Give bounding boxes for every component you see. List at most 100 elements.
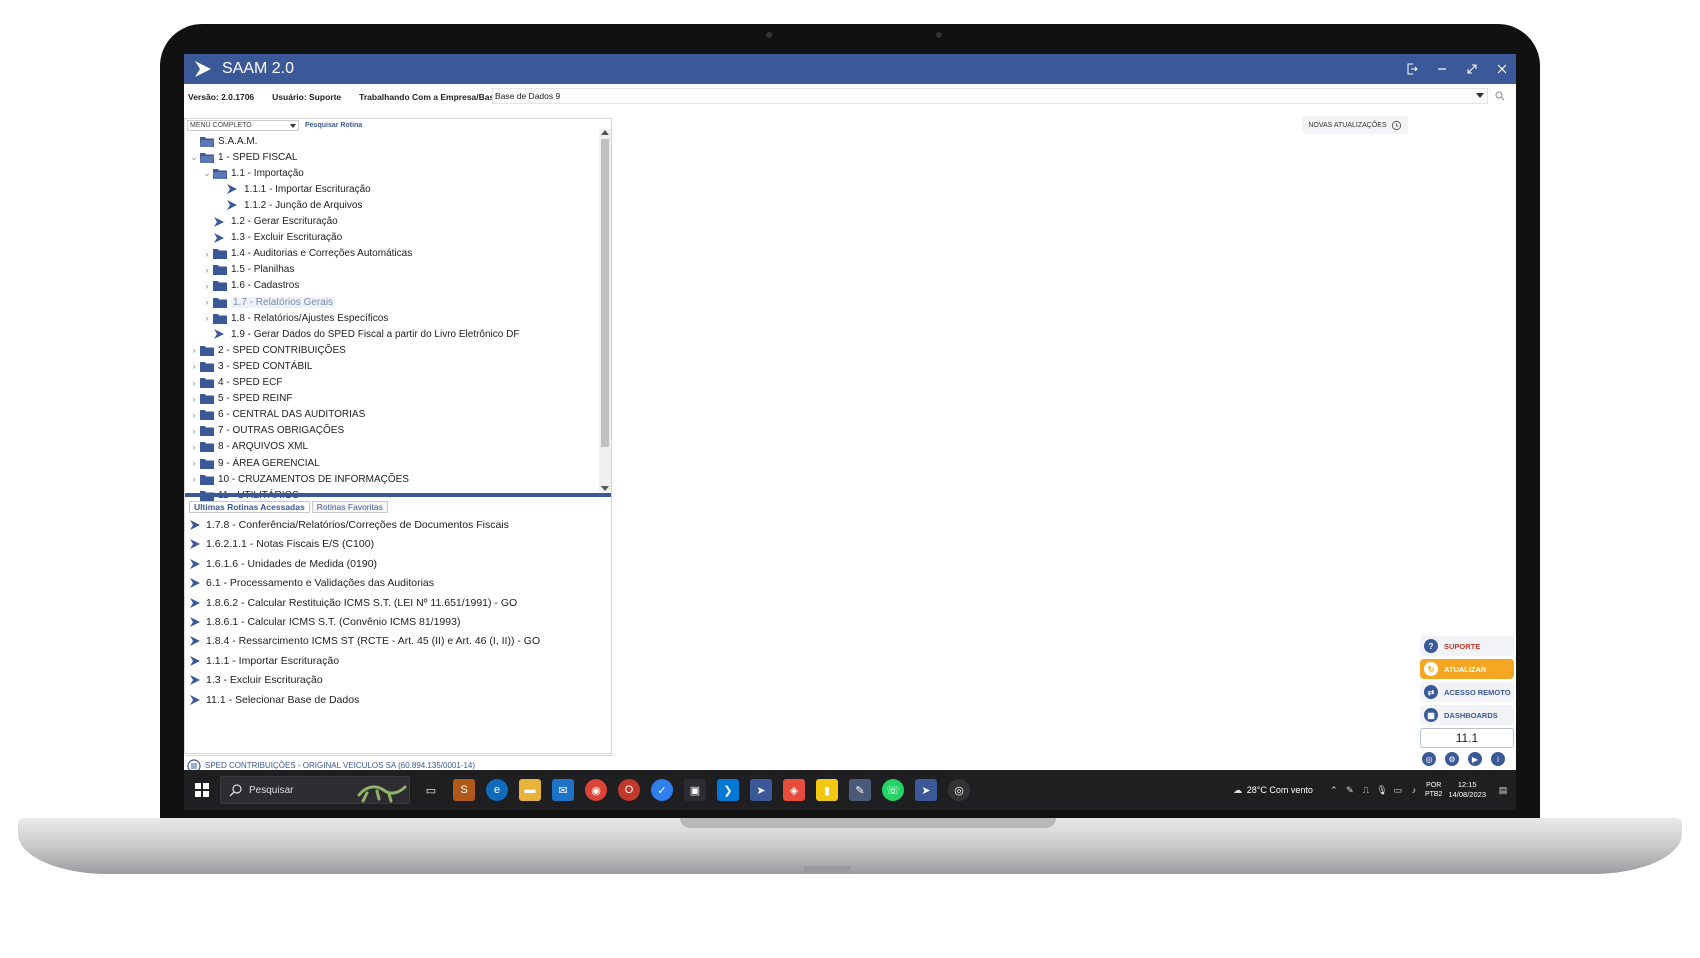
- chevron-down-icon[interactable]: ⌄: [202, 168, 212, 179]
- saam-secondary-icon[interactable]: ➤: [915, 779, 937, 801]
- tree-item[interactable]: ⌄ 1.1 - Importação: [202, 165, 304, 181]
- chevron-right-icon[interactable]: ›: [202, 265, 212, 275]
- recent-routine-item[interactable]: 6.1 - Processamento e Validações das Aud…: [188, 573, 434, 593]
- tree-item[interactable]: › 3 - SPED CONTÁBIL: [189, 358, 312, 374]
- recent-routine-item[interactable]: 1.3 - Excluir Escrituração: [188, 670, 323, 690]
- tree-item[interactable]: 1.1.2 - Junção de Arquivos: [215, 197, 362, 213]
- chevron-right-icon[interactable]: ›: [189, 410, 199, 420]
- todo-icon[interactable]: ✓: [651, 779, 673, 801]
- support-button[interactable]: ? SUPORTE: [1420, 636, 1514, 656]
- tree-item[interactable]: 1.1.1 - Importar Escrituração: [215, 181, 371, 197]
- recent-routine-item[interactable]: 1.8.4 - Ressarcimento ICMS ST (RCTE - Ar…: [188, 631, 540, 651]
- tree-item[interactable]: › 8 - ARQUIVOS XML: [189, 439, 308, 455]
- update-button[interactable]: ↻ ATUALIZAR: [1420, 659, 1514, 679]
- saam-taskbar-icon[interactable]: ➤: [750, 779, 772, 801]
- tree-item[interactable]: › 9 - ÁREA GERENCIAL: [189, 455, 320, 471]
- dashboards-button[interactable]: ▦ DASHBOARDS: [1420, 705, 1514, 725]
- chevron-up-icon[interactable]: ⌃: [1329, 785, 1339, 795]
- recent-routine-item[interactable]: 11.1 - Selecionar Base de Dados: [188, 690, 359, 710]
- play-icon[interactable]: ▶: [1468, 752, 1482, 766]
- info-icon[interactable]: i: [1491, 752, 1505, 766]
- base-select[interactable]: Base de Dados 9: [492, 88, 1488, 104]
- notepad-icon[interactable]: ✎: [849, 779, 871, 801]
- weather-widget[interactable]: ☁ 28°C Com vento: [1233, 785, 1313, 796]
- chevron-right-icon[interactable]: ›: [189, 361, 199, 371]
- tree-item[interactable]: › 4 - SPED ECF: [189, 375, 282, 391]
- edge-icon[interactable]: e: [486, 779, 508, 801]
- recent-routine-item[interactable]: 1.8.6.1 - Calcular ICMS S.T. (Convênio I…: [188, 612, 460, 632]
- tree-item[interactable]: ⌄ 1 - SPED FISCAL: [189, 149, 297, 165]
- chevron-right-icon[interactable]: ›: [202, 297, 212, 307]
- opera-icon[interactable]: O: [618, 779, 640, 801]
- active-app-icon[interactable]: ◈: [783, 779, 805, 801]
- scroll-up-icon[interactable]: [601, 130, 609, 135]
- tree-item[interactable]: › 1.7 - Relatórios Gerais: [202, 294, 336, 310]
- recent-routine-item[interactable]: 1.1.1 - Importar Escrituração: [188, 651, 339, 671]
- tree-item[interactable]: › 1.8 - Relatórios/Ajustes Específicos: [202, 310, 388, 326]
- tree-item[interactable]: 1.3 - Excluir Escrituração: [202, 230, 342, 246]
- tree-item[interactable]: › 10 - CRUZAMENTOS DE INFORMAÇÕES: [189, 471, 409, 487]
- taskbar-search-input[interactable]: Pesquisar: [220, 776, 410, 804]
- mail-icon[interactable]: ✉: [552, 779, 574, 801]
- powerbi-icon[interactable]: ▮: [816, 779, 838, 801]
- new-updates-button[interactable]: NOVAS ATUALIZAÇÕES: [1302, 116, 1408, 134]
- tree-item[interactable]: › 1.6 - Cadastros: [202, 278, 299, 294]
- menu-selector[interactable]: MENU COMPLETO: [187, 119, 299, 131]
- chevron-down-icon[interactable]: ⌄: [189, 152, 199, 163]
- volume-icon[interactable]: ♪: [1409, 785, 1419, 795]
- usb-icon[interactable]: ⎍: [1361, 785, 1371, 795]
- tree-item[interactable]: 1.9 - Gerar Dados do SPED Fiscal a parti…: [202, 326, 519, 342]
- pen-icon[interactable]: ✎: [1345, 785, 1355, 795]
- network-icon[interactable]: ▭: [1393, 785, 1403, 795]
- chevron-right-icon[interactable]: ›: [202, 313, 212, 323]
- search-routine-link[interactable]: Pesquisar Rotina: [305, 122, 362, 129]
- panel-divider[interactable]: [185, 493, 611, 497]
- tree-item[interactable]: › 6 - CENTRAL DAS AUDITORIAS: [189, 407, 365, 423]
- globe-icon[interactable]: ◎: [1422, 752, 1436, 766]
- routine-code-input[interactable]: 11.1: [1420, 728, 1514, 748]
- tree-item[interactable]: › 1.4 - Auditorias e Correções Automática…: [202, 246, 412, 262]
- recent-routine-item[interactable]: 1.6.2.1.1 - Notas Fiscais E/S (C100): [188, 534, 374, 554]
- chevron-right-icon[interactable]: ›: [189, 458, 199, 468]
- recent-routine-item[interactable]: 1.7.8 - Conferência/Relatórios/Correções…: [188, 515, 509, 535]
- chevron-right-icon[interactable]: ›: [189, 442, 199, 452]
- recent-routine-item[interactable]: 1.8.6.2 - Calcular Restituição ICMS S.T.…: [188, 593, 517, 613]
- scroll-thumb[interactable]: [601, 139, 609, 447]
- vscode-icon[interactable]: ❯: [717, 779, 739, 801]
- notification-icon[interactable]: ▤: [1498, 785, 1508, 795]
- clock[interactable]: 12:15 14/08/2023: [1448, 780, 1486, 800]
- chevron-right-icon[interactable]: ›: [202, 281, 212, 291]
- microphone-icon[interactable]: 🎙: [1376, 785, 1387, 795]
- restore-icon[interactable]: [1466, 63, 1478, 75]
- remote-access-button[interactable]: ⇄ ACESSO REMOTO: [1420, 682, 1514, 702]
- store-icon[interactable]: ▣: [684, 779, 706, 801]
- close-icon[interactable]: [1496, 63, 1508, 75]
- tab-favorite-routines[interactable]: Rotinas Favoritas: [311, 501, 388, 513]
- chevron-right-icon[interactable]: ›: [189, 345, 199, 355]
- tree-item[interactable]: › 7 - OUTRAS OBRIGAÇÕES: [189, 423, 344, 439]
- tree-scrollbar[interactable]: [599, 129, 611, 493]
- obs-icon[interactable]: ◎: [948, 779, 970, 801]
- chevron-right-icon[interactable]: ›: [189, 394, 199, 404]
- chrome-icon[interactable]: ◉: [585, 779, 607, 801]
- settings-icon[interactable]: ⚙: [1445, 752, 1459, 766]
- minimize-icon[interactable]: [1436, 63, 1448, 75]
- recent-routine-item[interactable]: 1.6.1.6 - Unidades de Medida (0190): [188, 554, 377, 574]
- language-indicator[interactable]: POR PTB2: [1425, 781, 1443, 799]
- tab-recent-routines[interactable]: Ultimas Rotinas Acessadas: [189, 501, 310, 513]
- windows-start-icon[interactable]: [184, 783, 220, 797]
- sublime-icon[interactable]: S: [453, 779, 475, 801]
- tree-item[interactable]: › 2 - SPED CONTRIBUIÇÕES: [189, 342, 346, 358]
- tree-item[interactable]: S.A.A.M.: [189, 133, 257, 149]
- scroll-down-icon[interactable]: [601, 486, 609, 491]
- tree-item[interactable]: 1.2 - Gerar Escrituração: [202, 214, 338, 230]
- tree-item[interactable]: › 1.5 - Planilhas: [202, 262, 294, 278]
- chevron-right-icon[interactable]: ›: [189, 426, 199, 436]
- search-icon[interactable]: [1494, 90, 1506, 102]
- file-explorer-icon[interactable]: ▬: [519, 779, 541, 801]
- chevron-right-icon[interactable]: ›: [189, 378, 199, 388]
- task-view-icon[interactable]: ▭: [420, 779, 442, 801]
- logout-icon[interactable]: [1406, 63, 1418, 75]
- tree-item[interactable]: › 5 - SPED REINF: [189, 391, 292, 407]
- chevron-right-icon[interactable]: ›: [189, 474, 199, 484]
